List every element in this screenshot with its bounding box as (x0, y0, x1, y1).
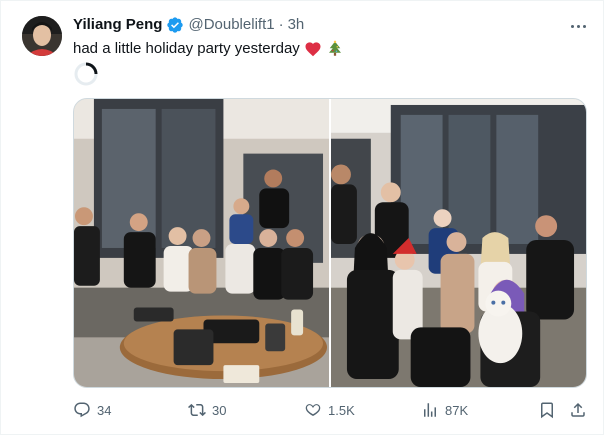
timestamp[interactable]: 3h (288, 15, 305, 35)
repost-button[interactable]: 30 (188, 399, 226, 421)
bookmark-icon (541, 402, 553, 419)
avatar-photo (22, 16, 62, 56)
action-bar: 34 30 1.5K 87K (73, 399, 587, 421)
views-icon (424, 403, 436, 417)
like-count: 1.5K (328, 402, 355, 418)
author-name[interactable]: Yiliang Peng (73, 15, 162, 35)
loading-spinner-icon (74, 62, 98, 86)
share-button[interactable] (569, 399, 587, 421)
party-photo-left (74, 99, 329, 387)
christmas-tree-emoji-icon (328, 40, 341, 56)
reply-button[interactable]: 34 (73, 399, 111, 421)
separator-dot: · (278, 16, 284, 33)
party-photo-right (331, 99, 586, 387)
repost-icon (188, 403, 206, 417)
photo-2[interactable] (331, 99, 586, 387)
tweet-text: had a little holiday party yesterday (73, 39, 344, 59)
red-heart-emoji-icon (305, 42, 321, 57)
bookmark-button[interactable] (538, 399, 556, 421)
like-icon (305, 404, 321, 417)
views-count: 87K (445, 402, 469, 418)
tweet-card[interactable]: Yiliang Peng @Doublelift1 · 3h had a lit… (0, 0, 604, 435)
tweet-header: Yiliang Peng @Doublelift1 · 3h (73, 15, 304, 35)
views-button[interactable]: 87K (421, 399, 468, 421)
reply-icon (74, 402, 90, 418)
avatar[interactable] (22, 16, 62, 56)
repost-count: 30 (212, 402, 227, 418)
like-button[interactable]: 1.5K (304, 399, 355, 421)
reply-count: 34 (97, 402, 112, 418)
media-grid[interactable] (73, 98, 587, 388)
share-icon (571, 402, 585, 417)
verified-badge-icon[interactable] (166, 16, 184, 34)
tweet-text-body: had a little holiday party yesterday (73, 40, 300, 57)
photo-1[interactable] (74, 99, 329, 387)
author-handle[interactable]: @Doublelift1 (188, 15, 274, 35)
more-icon[interactable] (567, 17, 589, 35)
